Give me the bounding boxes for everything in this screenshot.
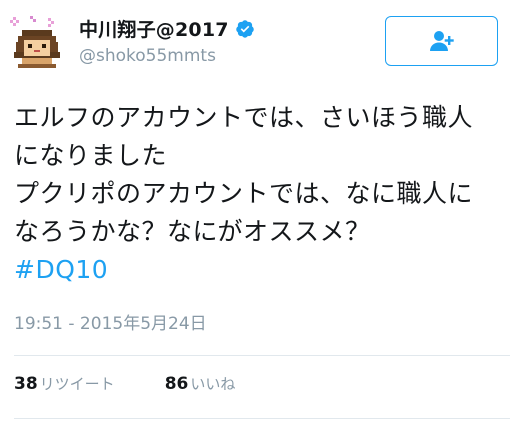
- tweet-timestamp[interactable]: 19:51 - 2015年5月24日: [14, 309, 207, 334]
- retweets-count: 38: [14, 374, 38, 394]
- tweet-text: エルフのアカウントでは、さいほう職人 になりました プクリポのアカウントでは、な…: [14, 99, 504, 251]
- user-handle[interactable]: @shoko55mmts: [79, 46, 216, 66]
- tweet-line: になりました: [14, 141, 168, 170]
- likes-count: 86: [164, 374, 189, 394]
- avatar-pixel-art-icon: [10, 16, 60, 68]
- retweets-label: リツイート: [39, 375, 115, 393]
- likes-stat[interactable]: 86 いいね: [165, 373, 236, 394]
- follow-button[interactable]: [385, 16, 498, 66]
- tweet-line: プクリポのアカウントでは、なに職人に: [14, 179, 474, 208]
- hashtag-link[interactable]: #DQ10: [14, 251, 108, 289]
- divider: [14, 355, 510, 356]
- display-name[interactable]: 中川翔子@2017: [79, 15, 229, 42]
- add-user-icon: [429, 31, 454, 51]
- tweet-line: エルフのアカウントでは、さいほう職人: [14, 103, 474, 132]
- verified-badge-icon: [235, 19, 254, 38]
- divider: [14, 418, 510, 419]
- retweets-stat[interactable]: 38 リツイート: [14, 373, 115, 394]
- user-name-row: 中川翔子@2017: [79, 15, 255, 42]
- tweet-line: なろうかな？なにがオススメ？: [14, 217, 371, 246]
- avatar[interactable]: [8, 14, 64, 70]
- tweet-stats: 38 リツイート 86 いいね: [14, 373, 235, 394]
- likes-label: いいね: [190, 375, 236, 393]
